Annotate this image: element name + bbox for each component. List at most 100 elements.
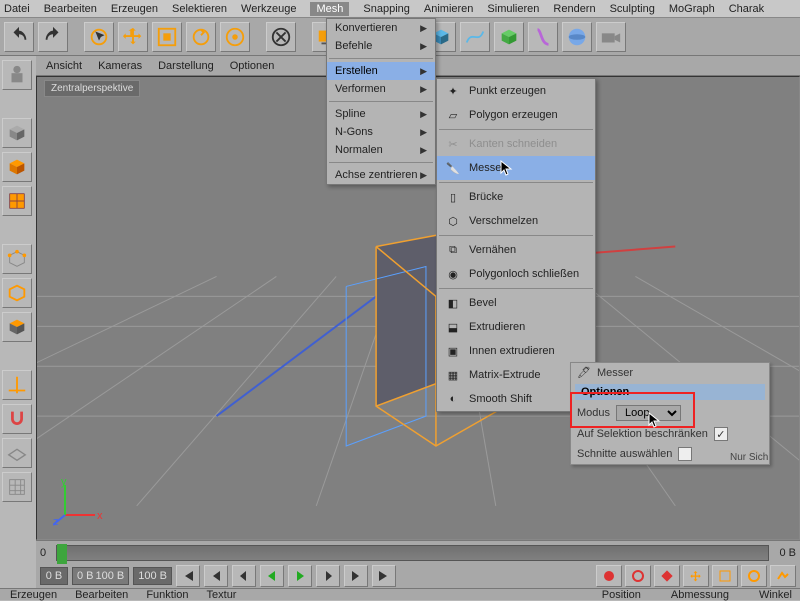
prev-frame-button[interactable] [232,565,256,587]
mouse-cursor-icon [500,160,516,176]
snap-button[interactable] [2,404,32,434]
deformer-button[interactable] [528,22,558,52]
key-rot-button[interactable] [741,565,767,587]
menu-animieren[interactable]: Animieren [424,3,474,15]
mi-punkt-erzeugen[interactable]: ✦Punkt erzeugen [437,79,595,103]
key-scale-button[interactable] [712,565,738,587]
edge-cut-icon: ✂ [445,136,461,152]
undo-button[interactable] [4,22,34,52]
play-back-button[interactable] [260,565,284,587]
mi-konvertieren[interactable]: Konvertieren▶ [327,19,435,37]
environment-button[interactable] [562,22,592,52]
knife-icon: 🔪 [445,160,461,176]
workplane-button[interactable] [2,438,32,468]
menu-mograph[interactable]: MoGraph [669,3,715,15]
mouse-cursor-icon-2 [648,412,664,428]
mode-label: Modus [577,407,610,419]
menu-rendern[interactable]: Rendern [553,3,595,15]
next-frame-button[interactable] [316,565,340,587]
point-mode-button[interactable] [2,244,32,274]
mi-verformen[interactable]: Verformen▶ [327,80,435,98]
select-cuts-checkbox[interactable] [678,447,692,461]
mi-polyloch[interactable]: ◉Polygonloch schließen [437,262,595,286]
bb-funktion[interactable]: Funktion [146,589,188,601]
mi-spline[interactable]: Spline▶ [327,105,435,123]
bb-bearbeiten[interactable]: Bearbeiten [75,589,128,601]
key-pos-button[interactable] [683,565,709,587]
timeline-track[interactable] [56,545,769,561]
menu-mesh[interactable]: Mesh [310,2,349,16]
point-create-icon: ✦ [445,83,461,99]
scale-tool[interactable] [152,22,182,52]
mi-befehle[interactable]: Befehle▶ [327,37,435,55]
rotate-tool[interactable] [186,22,216,52]
keyframe-button[interactable] [654,565,680,587]
menu-datei[interactable]: Datei [4,3,30,15]
bb-textur[interactable]: Textur [207,589,237,601]
tab-optionen[interactable]: Optionen [575,384,765,400]
vp-optionen[interactable]: Optionen [230,60,275,72]
frame-end-field[interactable]: 100 B [133,567,172,585]
menu-bearbeiten[interactable]: Bearbeiten [44,3,97,15]
timeline-playhead[interactable] [57,544,67,564]
model-mode-button[interactable] [2,118,32,148]
key-param-button[interactable] [770,565,796,587]
mesh-menu: Konvertieren▶ Befehle▶ Erstellen▶ Verfor… [326,18,436,185]
mi-ngons[interactable]: N-Gons▶ [327,123,435,141]
edge-mode-button[interactable] [2,278,32,308]
menu-snapping[interactable]: Snapping [363,3,410,15]
matrix-extrude-icon: ▦ [445,367,461,383]
mi-messer[interactable]: 🔪Messer [437,156,595,180]
timeline: 0 0 B [36,540,800,564]
last-tool[interactable] [220,22,250,52]
bb-erzeugen[interactable]: Erzeugen [10,589,57,601]
object-mode-button[interactable] [2,152,32,182]
mi-bevel[interactable]: ◧Bevel [437,291,595,315]
goto-end-button[interactable] [372,565,396,587]
menu-sculpting[interactable]: Sculpting [610,3,655,15]
restrict-checkbox[interactable]: ✓ [714,427,728,441]
mi-vernaehen[interactable]: ⧉Vernähen [437,238,595,262]
mi-innen-extrudieren[interactable]: ▣Innen extrudieren [437,339,595,363]
play-button[interactable] [288,565,312,587]
polygon-mode-button[interactable] [2,312,32,342]
svg-text:x: x [97,510,103,522]
prev-key-button[interactable] [204,565,228,587]
menu-selektieren[interactable]: Selektieren [172,3,227,15]
mi-achse[interactable]: Achse zentrieren▶ [327,166,435,184]
xray-button[interactable] [266,22,296,52]
generator-button[interactable] [494,22,524,52]
frame-start-field[interactable]: 0 B [40,567,68,585]
primitive-spline-button[interactable] [460,22,490,52]
polygon-create-icon: ▱ [445,107,461,123]
mi-verschmelzen[interactable]: ⬡Verschmelzen [437,209,595,233]
goto-start-button[interactable] [176,565,200,587]
texture-mode-button[interactable] [2,186,32,216]
axis-gizmo-icon: x y z [53,477,103,527]
mi-erstellen[interactable]: Erstellen▶ [327,62,435,80]
record-button[interactable] [596,565,622,587]
menu-charakter[interactable]: Charak [729,3,764,15]
select-tool[interactable] [84,22,114,52]
mi-extrudieren[interactable]: ⬓Extrudieren [437,315,595,339]
timeline-end: 0 B [775,547,800,559]
menu-werkzeuge[interactable]: Werkzeuge [241,3,296,15]
menu-simulieren[interactable]: Simulieren [487,3,539,15]
move-tool[interactable] [118,22,148,52]
redo-button[interactable] [38,22,68,52]
vp-kameras[interactable]: Kameras [98,60,142,72]
axis-lock-button[interactable] [2,370,32,400]
autokey-button[interactable] [625,565,651,587]
camera-button[interactable] [596,22,626,52]
vp-darstellung[interactable]: Darstellung [158,60,214,72]
next-key-button[interactable] [344,565,368,587]
mi-bruecke[interactable]: ▯Brücke [437,185,595,209]
timeline-start: 0 [36,547,50,559]
mi-normalen[interactable]: Normalen▶ [327,141,435,159]
make-editable-button[interactable] [2,60,32,90]
vp-ansicht[interactable]: Ansicht [46,60,82,72]
mi-polygon-erzeugen[interactable]: ▱Polygon erzeugen [437,103,595,127]
menu-erzeugen[interactable]: Erzeugen [111,3,158,15]
mi-kanten-schneiden: ✂Kanten schneiden [437,132,595,156]
quantize-button[interactable] [2,472,32,502]
